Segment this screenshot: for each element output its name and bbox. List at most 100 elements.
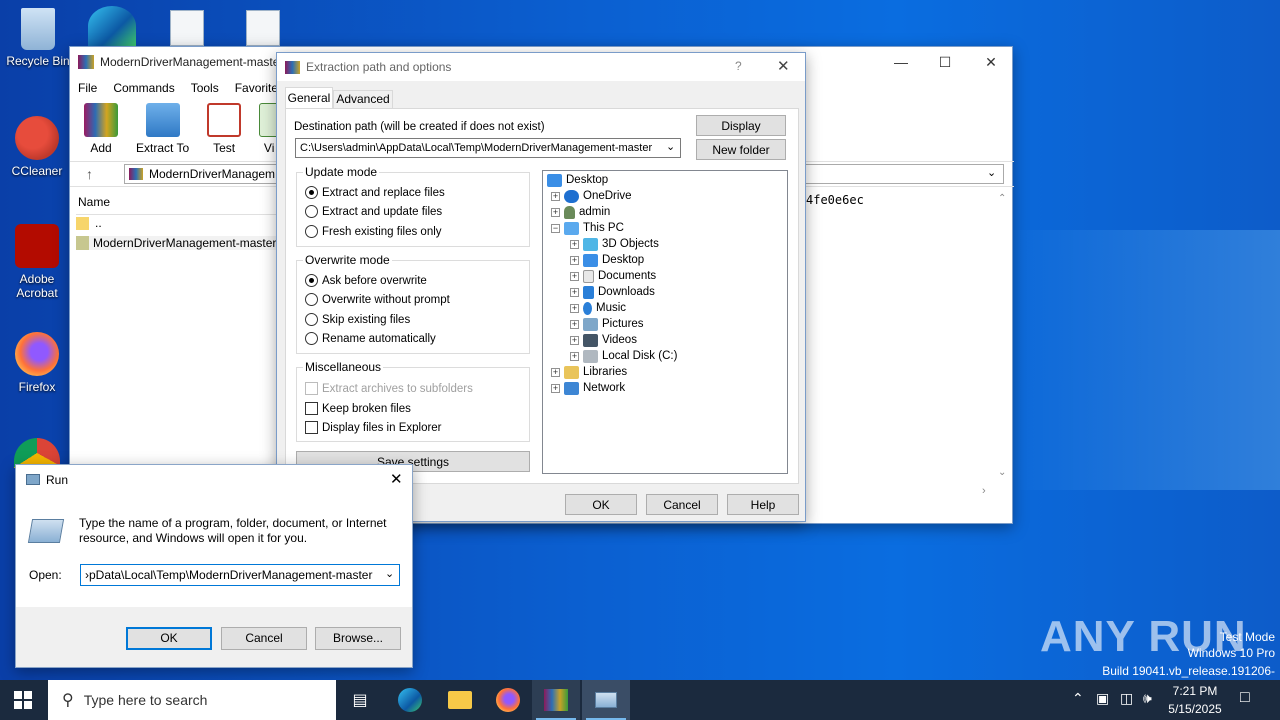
up-arrow-icon[interactable]: ↑ <box>86 166 93 182</box>
close-icon[interactable]: ✕ <box>777 57 790 75</box>
tree-item-pictures[interactable]: + Pictures <box>570 316 644 332</box>
open-label: Open: <box>29 568 62 582</box>
checkbox-keep-broken-files[interactable]: Keep broken files <box>305 402 411 415</box>
open-input[interactable]: ›pData\Local\Temp\ModernDriverManagement… <box>80 564 400 586</box>
tree-item-this-pc[interactable]: − This PC <box>551 220 624 236</box>
desktop-icon-adobe-acrobat[interactable]: Adobe Acrobat <box>1 224 73 300</box>
expand-icon[interactable]: + <box>570 303 579 313</box>
chevron-down-icon[interactable]: ⌄ <box>987 166 996 179</box>
help-button[interactable]: Help <box>727 494 799 515</box>
ok-button[interactable]: OK <box>565 494 637 515</box>
chevron-down-icon[interactable]: ⌄ <box>385 567 394 580</box>
name-column-header[interactable]: Name <box>78 195 110 209</box>
expand-icon[interactable]: + <box>551 367 560 377</box>
taskbar-explorer[interactable] <box>436 680 484 720</box>
scrollbar[interactable]: ⌃ ⌄ <box>996 193 1010 483</box>
tree-item-desktop[interactable]: Desktop <box>547 172 608 188</box>
scroll-down-icon[interactable]: ⌄ <box>998 467 1006 478</box>
scroll-right-icon[interactable]: › <box>982 485 986 497</box>
checkbox <box>305 421 318 434</box>
expand-icon[interactable]: + <box>570 271 579 281</box>
expand-icon[interactable]: + <box>570 319 579 329</box>
file-desktop-icon[interactable] <box>170 10 204 46</box>
desktop-icon-recycle-bin[interactable]: Recycle Bin <box>2 8 74 68</box>
edge-desktop-icon[interactable] <box>88 6 136 46</box>
new-folder-button[interactable]: New folder <box>696 139 786 160</box>
help-question-button[interactable]: ? <box>735 59 742 73</box>
taskbar-run[interactable] <box>582 680 630 720</box>
clock-time[interactable]: 7:21 PM <box>1164 684 1226 698</box>
volume-icon[interactable]: 🕪 <box>1143 690 1152 707</box>
expand-icon[interactable]: + <box>551 191 560 201</box>
file-row[interactable]: .. <box>76 216 102 230</box>
collapse-icon[interactable]: − <box>551 223 560 233</box>
menu-file[interactable]: File <box>78 81 97 95</box>
radio-fresh-existing[interactable]: Fresh existing files only <box>305 225 442 238</box>
taskbar-firefox[interactable] <box>484 680 532 720</box>
add-button[interactable]: Add <box>84 103 118 155</box>
desktop-icon-firefox[interactable]: Firefox <box>1 332 73 394</box>
expand-icon[interactable]: + <box>570 239 579 249</box>
display-button[interactable]: Display <box>696 115 786 136</box>
checkbox-extract-to-subfolders[interactable]: Extract archives to subfolders <box>305 382 473 395</box>
tree-item-libraries[interactable]: + Libraries <box>551 364 627 380</box>
radio-extract-update[interactable]: Extract and update files <box>305 205 442 218</box>
winrar-icon <box>285 60 300 74</box>
add-archive-icon <box>84 103 118 137</box>
tab-advanced[interactable]: Advanced <box>333 90 393 109</box>
expand-icon[interactable]: + <box>570 255 579 265</box>
expand-icon[interactable]: + <box>551 207 560 217</box>
notification-icon[interactable]: □ <box>1240 689 1250 707</box>
radio-overwrite-without-prompt[interactable]: Overwrite without prompt <box>305 293 450 306</box>
file-desktop-icon[interactable] <box>246 10 280 46</box>
task-view-icon: ▤ <box>352 692 368 709</box>
tree-item-downloads[interactable]: + Downloads <box>570 284 655 300</box>
start-button[interactable] <box>14 691 32 709</box>
expand-icon[interactable]: + <box>570 335 579 345</box>
tree-item-onedrive[interactable]: + OneDrive <box>551 188 632 204</box>
tree-item-network[interactable]: + Network <box>551 380 625 396</box>
tree-item-music[interactable]: + Music <box>570 300 626 316</box>
close-icon[interactable]: ✕ <box>390 470 403 488</box>
task-view-button[interactable]: ▤ <box>336 680 384 720</box>
taskbar-edge[interactable] <box>386 680 434 720</box>
desktop-icon-ccleaner[interactable]: CCleaner <box>1 116 73 178</box>
clock-date[interactable]: 5/15/2025 <box>1164 702 1226 716</box>
browse-button[interactable]: Browse... <box>315 627 401 650</box>
radio-skip-existing[interactable]: Skip existing files <box>305 313 410 326</box>
taskbar-search[interactable]: ⚲ Type here to search <box>48 680 336 720</box>
radio-extract-replace[interactable]: Extract and replace files <box>305 186 445 199</box>
ok-button[interactable]: OK <box>126 627 212 650</box>
tree-item-3d-objects[interactable]: +3D Objects <box>570 236 659 252</box>
cancel-button[interactable]: Cancel <box>646 494 718 515</box>
tree-item-videos[interactable]: + Videos <box>570 332 637 348</box>
extract-to-button[interactable]: Extract To <box>136 103 189 155</box>
checkbox-display-in-explorer[interactable]: Display files in Explorer <box>305 421 442 434</box>
expand-icon[interactable]: + <box>551 383 560 393</box>
dest-path-combobox[interactable]: C:\Users\admin\AppData\Local\Temp\Modern… <box>295 138 681 158</box>
folder-tree[interactable]: Desktop + OneDrive + admin − This PC +3D Ob… <box>542 170 788 474</box>
tree-item-admin[interactable]: + admin <box>551 204 610 220</box>
cancel-button[interactable]: Cancel <box>221 627 307 650</box>
expand-icon[interactable]: + <box>570 351 579 361</box>
tree-item-local-disk[interactable]: + Local Disk (C:) <box>570 348 677 364</box>
tree-item-desktop-sub[interactable]: + Desktop <box>570 252 644 268</box>
radio-rename-automatically[interactable]: Rename automatically <box>305 332 436 345</box>
tab-general[interactable]: General <box>285 87 333 109</box>
menu-commands[interactable]: Commands <box>113 81 174 95</box>
close-button[interactable]: ✕ <box>968 47 1014 77</box>
scroll-up-icon[interactable]: ⌃ <box>998 193 1006 204</box>
file-row[interactable]: ModernDriverManagement-master <box>76 236 277 250</box>
expand-icon[interactable]: + <box>570 287 579 297</box>
test-button[interactable]: Test <box>207 103 242 155</box>
radio-ask-before-overwrite[interactable]: Ask before overwrite <box>305 274 427 287</box>
chevron-up-icon[interactable]: ⌃ <box>1072 690 1084 707</box>
security-icon[interactable]: ▣ <box>1096 690 1109 707</box>
tree-item-documents[interactable]: + Documents <box>570 268 656 284</box>
taskbar-winrar[interactable] <box>532 680 580 720</box>
network-icon[interactable]: ◫ <box>1120 690 1133 707</box>
menu-tools[interactable]: Tools <box>191 81 219 95</box>
maximize-button[interactable]: ☐ <box>922 47 968 77</box>
chevron-down-icon[interactable]: ⌄ <box>666 140 675 153</box>
minimize-button[interactable]: — <box>878 47 924 77</box>
